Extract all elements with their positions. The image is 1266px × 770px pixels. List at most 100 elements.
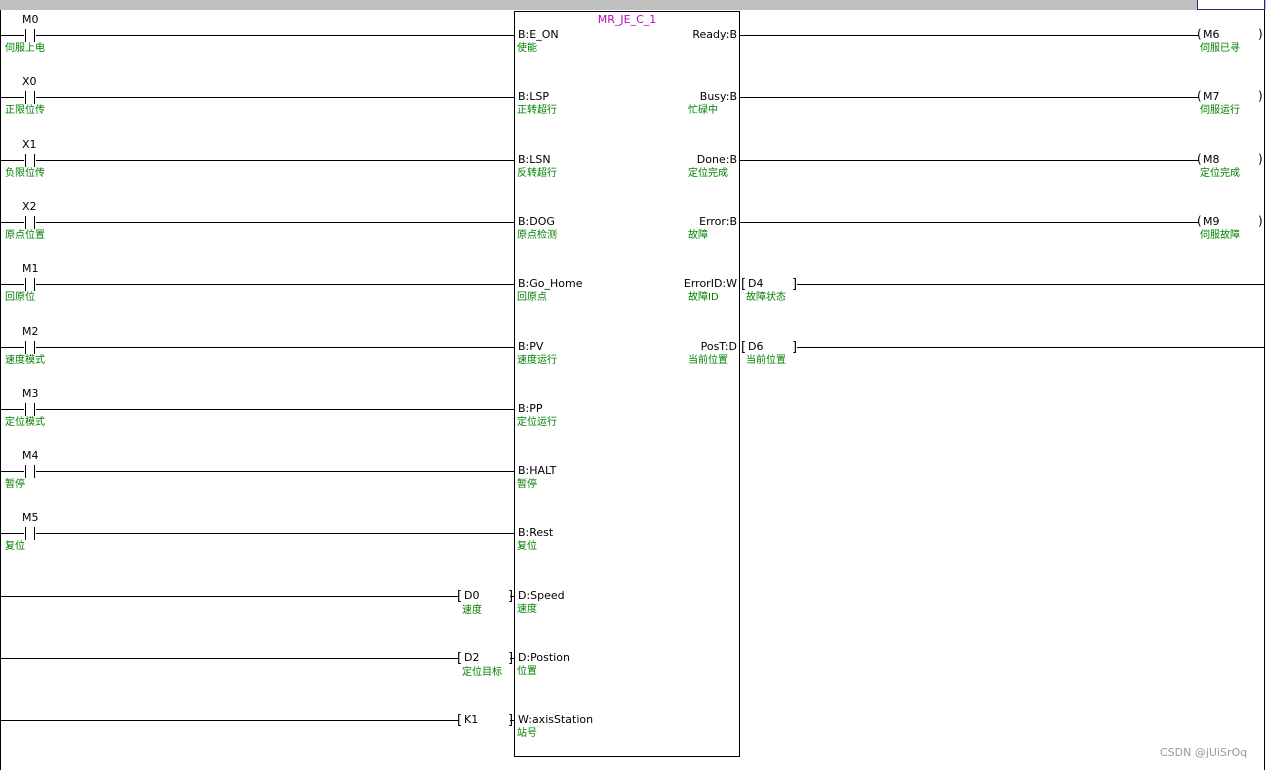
fb-input-pin: B:Go_Home xyxy=(518,277,583,290)
contact-device[interactable]: X2 xyxy=(22,200,37,213)
output-device[interactable]: D4 xyxy=(748,277,763,290)
coil-close-icon: ) xyxy=(1258,214,1263,228)
fb-input-comment: 原点检测 xyxy=(517,230,557,241)
fb-output-comment: 故障 xyxy=(688,230,708,241)
contact-comment: 复位 xyxy=(5,541,25,552)
rung-wire xyxy=(510,596,514,597)
fb-output-comment: 故障ID xyxy=(688,292,719,303)
fb-input-comment: 站号 xyxy=(517,728,537,739)
fb-output-comment: 定位完成 xyxy=(688,168,728,179)
rung-wire xyxy=(797,347,1264,348)
contact-device[interactable]: M0 xyxy=(22,13,39,26)
fb-input-comment: 使能 xyxy=(517,43,537,54)
fb-input-comment: 回原点 xyxy=(517,292,547,303)
open-bracket-icon: [ xyxy=(741,340,747,355)
open-bracket-icon: [ xyxy=(741,277,747,292)
fb-input-pin: B:PP xyxy=(518,402,543,415)
rung-wire xyxy=(36,284,514,285)
no-contact-icon[interactable] xyxy=(24,341,36,354)
fb-input-pin: B:PV xyxy=(518,340,544,353)
no-contact-icon[interactable] xyxy=(24,91,36,104)
fb-input-pin: B:Rest xyxy=(518,526,554,539)
coil-comment: 伺服故障 xyxy=(1200,230,1240,241)
output-comment: 当前位置 xyxy=(746,355,786,366)
fb-input-comment: 速度运行 xyxy=(517,355,557,366)
contact-comment: 伺服上电 xyxy=(5,43,45,54)
output-comment: 故障状态 xyxy=(746,292,786,303)
fb-input-comment: 正转超行 xyxy=(517,105,557,116)
output-device[interactable]: D6 xyxy=(748,340,763,353)
no-contact-icon[interactable] xyxy=(24,216,36,229)
coil-device[interactable]: M7 xyxy=(1203,90,1220,103)
coil-comment: 定位完成 xyxy=(1200,168,1240,179)
contact-device[interactable]: X0 xyxy=(22,75,37,88)
no-contact-icon[interactable] xyxy=(24,403,36,416)
contact-comment: 定位模式 xyxy=(5,417,45,428)
data-device[interactable]: D0 xyxy=(464,589,479,602)
fb-input-pin: D:Postion xyxy=(518,651,570,664)
function-block-name: MR_JE_C_1 xyxy=(597,13,657,26)
fb-output-comment: 忙碌中 xyxy=(688,105,718,116)
rung-wire xyxy=(510,658,514,659)
rung-wire xyxy=(1,222,24,223)
fb-input-comment: 定位运行 xyxy=(517,417,557,428)
contact-device[interactable]: M5 xyxy=(22,511,39,524)
fb-input-comment: 暂停 xyxy=(517,479,537,490)
contact-comment: 负限位传 xyxy=(5,168,45,179)
left-power-rail xyxy=(0,10,1,770)
contact-comment: 暂停 xyxy=(5,479,25,490)
no-contact-icon[interactable] xyxy=(24,154,36,167)
no-contact-icon[interactable] xyxy=(24,278,36,291)
rung-wire xyxy=(1,471,24,472)
rung-wire xyxy=(510,720,514,721)
data-device[interactable]: K1 xyxy=(464,713,478,726)
no-contact-icon[interactable] xyxy=(24,465,36,478)
fb-input-pin: B:LSN xyxy=(518,153,551,166)
coil-device[interactable]: M6 xyxy=(1203,28,1220,41)
rung-wire xyxy=(797,284,1264,285)
fb-output-pin: Ready:B xyxy=(692,28,737,41)
rung-wire xyxy=(740,160,1199,161)
fb-input-comment: 位置 xyxy=(517,666,537,677)
cursor-box[interactable] xyxy=(1197,0,1265,10)
fb-output-comment: 当前位置 xyxy=(688,355,728,366)
open-bracket-icon: [ xyxy=(457,713,463,728)
no-contact-icon[interactable] xyxy=(24,527,36,540)
rung-wire xyxy=(1,533,24,534)
contact-device[interactable]: M3 xyxy=(22,387,39,400)
rung-wire xyxy=(36,160,514,161)
contact-device[interactable]: M4 xyxy=(22,449,39,462)
no-contact-icon[interactable] xyxy=(24,29,36,42)
contact-device[interactable]: M1 xyxy=(22,262,39,275)
fb-input-comment: 复位 xyxy=(517,541,537,552)
function-block[interactable] xyxy=(514,11,740,757)
rung-wire xyxy=(1,658,459,659)
coil-comment: 伺服已寻 xyxy=(1200,43,1240,54)
data-device[interactable]: D2 xyxy=(464,651,479,664)
coil-device[interactable]: M8 xyxy=(1203,153,1220,166)
title-bar xyxy=(0,0,1266,10)
coil-comment: 伺服运行 xyxy=(1200,105,1240,116)
fb-input-pin: W:axisStation xyxy=(518,713,594,726)
rung-wire xyxy=(1,347,24,348)
coil-close-icon: ) xyxy=(1258,152,1263,166)
fb-input-pin: B:LSP xyxy=(518,90,549,103)
open-bracket-icon: [ xyxy=(457,651,463,666)
fb-output-pin: Busy:B xyxy=(699,90,737,103)
coil-close-icon: ) xyxy=(1258,89,1263,103)
right-power-rail xyxy=(1264,10,1265,770)
contact-device[interactable]: M2 xyxy=(22,325,39,338)
rung-wire xyxy=(1,596,459,597)
data-comment: 定位目标 xyxy=(462,667,502,678)
contact-comment: 正限位传 xyxy=(5,105,45,116)
contact-comment: 原点位置 xyxy=(5,230,45,241)
coil-device[interactable]: M9 xyxy=(1203,215,1220,228)
fb-input-comment: 速度 xyxy=(517,604,537,615)
rung-wire xyxy=(36,533,514,534)
rung-wire xyxy=(36,97,514,98)
fb-output-pin: Error:B xyxy=(699,215,737,228)
contact-device[interactable]: X1 xyxy=(22,138,37,151)
contact-comment: 速度模式 xyxy=(5,355,45,366)
rung-wire xyxy=(1,284,24,285)
fb-input-pin: B:HALT xyxy=(518,464,557,477)
